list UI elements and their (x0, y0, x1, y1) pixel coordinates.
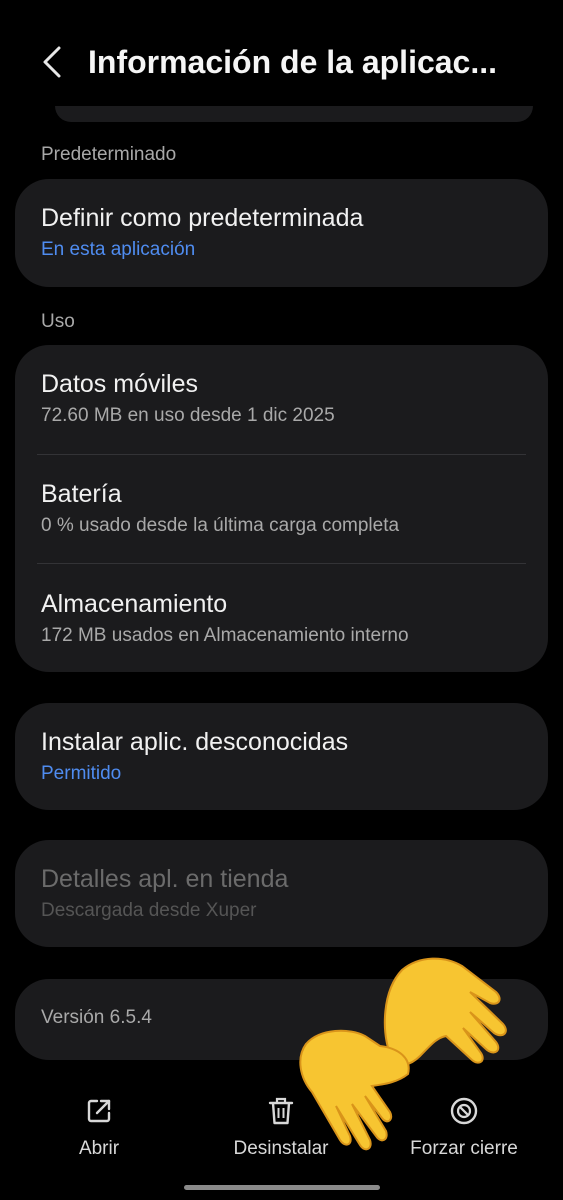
trash-icon (268, 1097, 294, 1125)
uninstall-button[interactable]: Desinstalar (206, 1090, 356, 1160)
mobile-data-item[interactable]: Datos móviles 72.60 MB en uso desde 1 di… (41, 369, 522, 429)
home-indicator[interactable] (184, 1185, 380, 1190)
set-default-subtitle: En esta aplicación (41, 239, 196, 260)
open-button[interactable]: Abrir (24, 1090, 174, 1160)
version-card: Versión 6.5.4 (15, 979, 548, 1060)
divider (37, 454, 526, 455)
storage-item[interactable]: Almacenamiento 172 MB usados en Almacena… (41, 589, 522, 649)
battery-item[interactable]: Batería 0 % usado desde la última carga … (41, 479, 522, 539)
previous-card-edge (55, 106, 533, 122)
install-unknown-item[interactable]: Instalar aplic. desconocidas Permitido (41, 727, 522, 787)
battery-subtitle: 0 % usado desde la última carga completa (41, 515, 400, 536)
storage-title: Almacenamiento (41, 590, 228, 618)
install-unknown-card[interactable]: Instalar aplic. desconocidas Permitido (15, 703, 548, 810)
force-stop-button[interactable]: Forzar cierre (389, 1090, 539, 1160)
install-unknown-subtitle: Permitido (41, 763, 122, 784)
divider (37, 563, 526, 564)
default-app-card[interactable]: Definir como predeterminada En esta apli… (15, 179, 548, 287)
mobile-data-title: Datos móviles (41, 370, 198, 398)
section-label-usage: Uso (41, 311, 75, 332)
block-icon (450, 1097, 478, 1125)
mobile-data-subtitle: 72.60 MB en uso desde 1 dic 2025 (41, 405, 335, 426)
install-unknown-title: Instalar aplic. desconocidas (41, 728, 349, 756)
chevron-left-icon (43, 46, 61, 78)
storage-subtitle: 172 MB usados en Almacenamiento interno (41, 625, 409, 646)
force-stop-label: Forzar cierre (410, 1138, 518, 1159)
app-header: Información de la aplicac... (0, 0, 563, 120)
usage-card: Datos móviles 72.60 MB en uso desde 1 di… (15, 345, 548, 672)
store-details-item: Detalles apl. en tienda Descargada desde… (41, 864, 522, 924)
set-default-title: Definir como predeterminada (41, 204, 364, 232)
page-title: Información de la aplicac... (88, 44, 498, 80)
section-label-default: Predeterminado (41, 144, 177, 165)
bottom-action-bar: Abrir Desinstalar Forzar cierre (0, 1090, 563, 1180)
store-details-subtitle: Descargada desde Xuper (41, 900, 257, 921)
store-details-card: Detalles apl. en tienda Descargada desde… (15, 840, 548, 947)
version-text: Versión 6.5.4 (41, 1007, 152, 1028)
battery-title: Batería (41, 480, 122, 508)
open-label: Abrir (78, 1138, 120, 1159)
set-default-item[interactable]: Definir como predeterminada En esta apli… (41, 203, 522, 263)
uninstall-label: Desinstalar (233, 1138, 329, 1159)
store-details-title: Detalles apl. en tienda (41, 865, 289, 893)
back-button[interactable] (30, 40, 74, 84)
open-external-icon (87, 1099, 111, 1123)
